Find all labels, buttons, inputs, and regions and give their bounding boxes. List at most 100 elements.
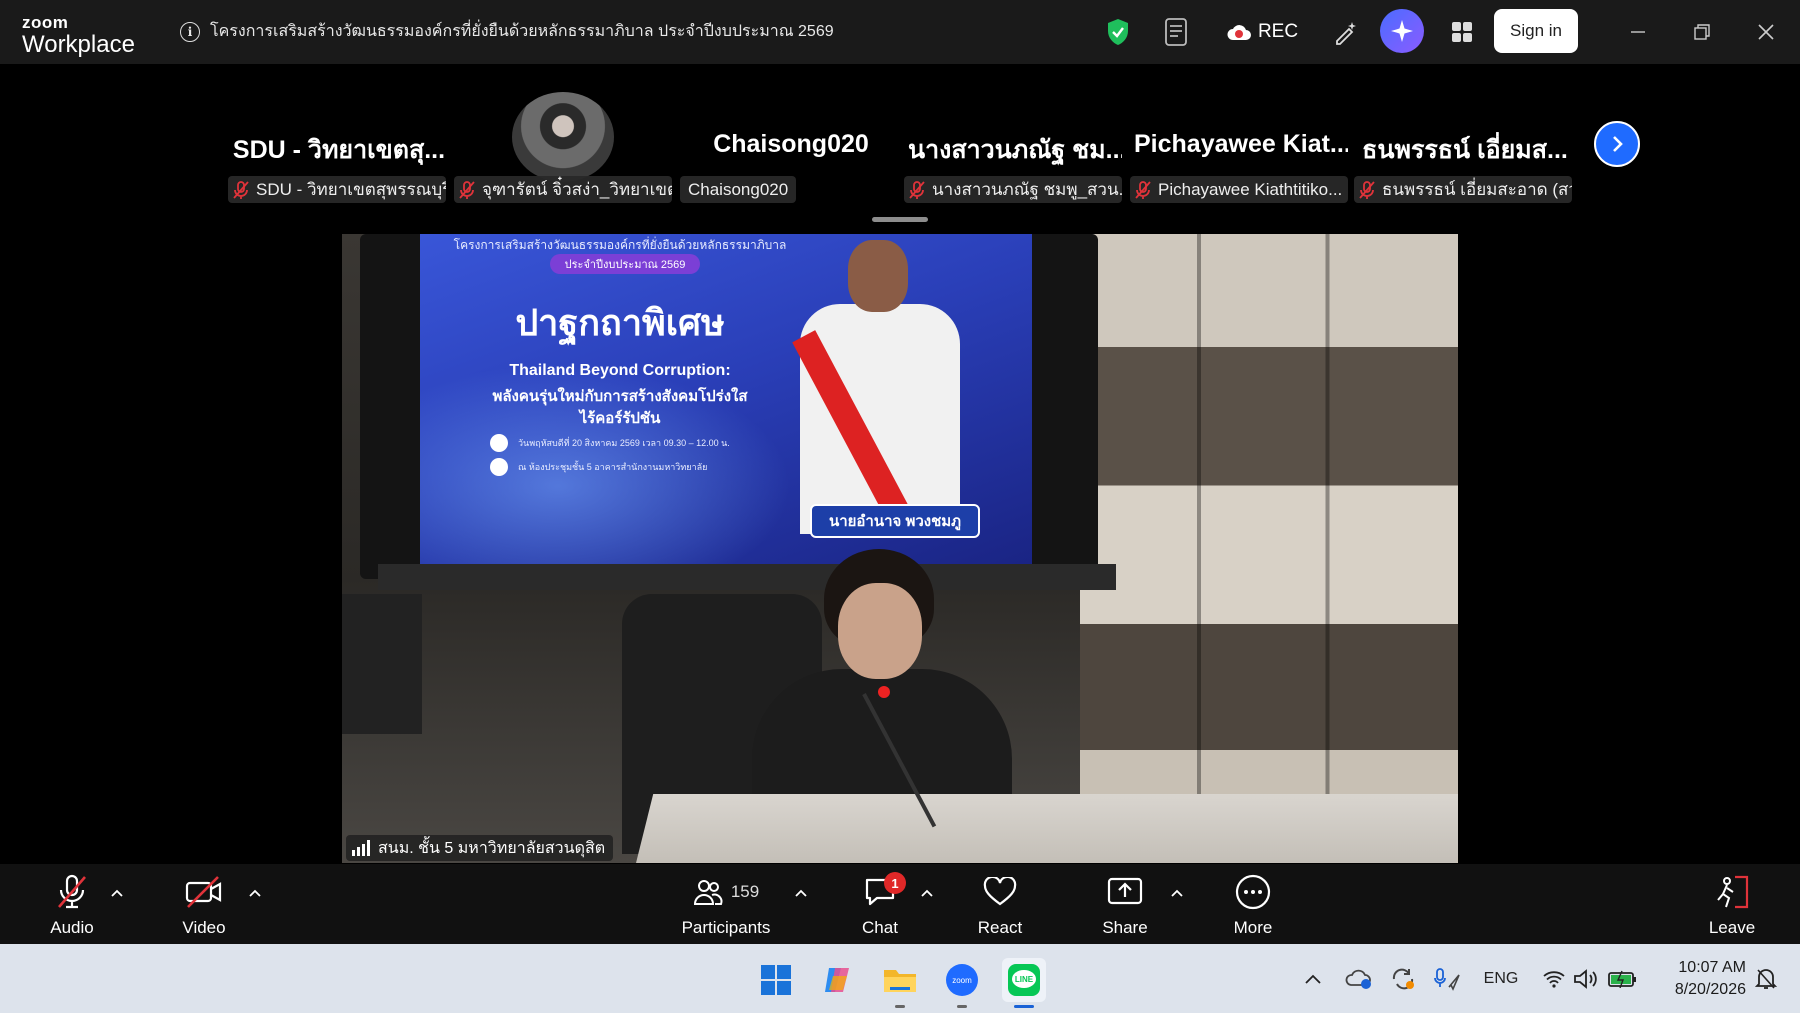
leave-label: Leave xyxy=(1708,918,1756,937)
share-button[interactable]: Share xyxy=(1079,872,1171,938)
tray-overflow-button[interactable] xyxy=(1300,966,1326,992)
chat-unread-badge: 1 xyxy=(884,872,906,894)
slide-place-row: ณ ห้องประชุมชั้น 5 อาคารสำนักงานมหาวิทยา… xyxy=(490,458,707,476)
clock-time: 10:07 AM xyxy=(1678,959,1746,976)
meeting-title: โครงการเสริมสร้างวัฒนธรรมองค์กรที่ยั่งยื… xyxy=(210,23,834,40)
tv-display: โครงการเสริมสร้างวัฒนธรรมองค์กรที่ยั่งยื… xyxy=(360,234,1116,590)
mic-location-tray-icon[interactable] xyxy=(1432,966,1462,992)
battery-icon[interactable] xyxy=(1606,966,1640,992)
restore-icon xyxy=(1694,24,1710,40)
restore-button[interactable] xyxy=(1688,18,1716,46)
table-shape xyxy=(630,794,1458,863)
video-label: Video xyxy=(182,918,226,937)
chevron-up-icon xyxy=(795,889,807,897)
start-button[interactable] xyxy=(754,958,798,1002)
cloud-record-button[interactable]: REC xyxy=(1222,14,1302,50)
meeting-toolbar: Audio Video 159 Participants Chat 1 Reac… xyxy=(0,864,1800,944)
chevron-up-icon xyxy=(249,889,261,897)
minimize-button[interactable] xyxy=(1624,18,1652,46)
close-window-button[interactable] xyxy=(1752,18,1780,46)
muted-mic-icon xyxy=(1359,180,1375,199)
audio-options-caret[interactable] xyxy=(108,884,126,902)
chevron-up-icon xyxy=(111,889,123,897)
participants-button[interactable]: 159 Participants xyxy=(676,872,776,938)
ai-companion-button[interactable] xyxy=(1380,9,1424,53)
participant-name: นางสาวนภณัฐ ชมพู_สวน... xyxy=(932,180,1122,199)
slide-subtitle-3: ไร้คอร์รัปชัน xyxy=(579,410,661,427)
line-app-icon: LINE xyxy=(1008,964,1040,996)
participant-tile[interactable]: จุฑารัตน์ จิ๋วสง่า_วิทยาเขต... xyxy=(454,94,672,214)
windows-logo-icon xyxy=(761,965,791,995)
info-icon[interactable]: i xyxy=(180,21,200,42)
sync-tray-icon[interactable] xyxy=(1388,966,1418,992)
participant-display-name: ธนพรรธน์ เอี่ยมส... xyxy=(1362,136,1568,164)
volume-icon[interactable] xyxy=(1572,966,1600,992)
participants-label: Participants xyxy=(681,918,771,937)
gallery-next-button[interactable] xyxy=(1594,121,1640,167)
calendar-icon xyxy=(490,434,508,452)
muted-mic-icon xyxy=(1135,180,1151,199)
more-button[interactable]: More xyxy=(1207,872,1299,938)
rec-label: REC xyxy=(1257,21,1299,42)
svg-text:LINE: LINE xyxy=(1015,975,1034,984)
ai-edit-icon[interactable] xyxy=(1330,14,1362,50)
copilot-taskbar-icon[interactable] xyxy=(816,958,860,1002)
speaker-name: สนม. ชั้น 5 มหาวิทยาลัยสวนดุสิต xyxy=(378,839,606,857)
chat-button[interactable]: Chat 1 xyxy=(834,872,926,938)
heart-icon xyxy=(983,877,1017,906)
laptop-shape xyxy=(342,594,422,734)
video-button[interactable]: Video xyxy=(158,872,250,938)
clock-date: 8/20/2026 xyxy=(1674,981,1746,998)
participant-name: Pichayawee Kiathtitiko... xyxy=(1158,179,1343,199)
participants-count: 159 xyxy=(730,882,760,901)
share-screen-icon xyxy=(1107,877,1143,905)
react-button[interactable]: React xyxy=(954,872,1046,938)
participant-name: จุฑารัตน์ จิ๋วสง่า_วิทยาเขต... xyxy=(482,180,672,199)
slide-place-text: ณ ห้องประชุมชั้น 5 อาคารสำนักงานมหาวิทยา… xyxy=(518,462,708,472)
wifi-icon[interactable] xyxy=(1540,966,1568,992)
chat-label: Chat xyxy=(862,918,898,937)
participant-tile[interactable]: Chaisong020 Chaisong020 xyxy=(680,94,898,214)
participant-tile[interactable]: นางสาวนภณัฐ ชม... นางสาวนภณัฐ ชมพู_สวน..… xyxy=(904,94,1122,214)
slide-date-text: วันพฤหัสบดีที่ 20 สิงหาคม 2569 เวลา 09.3… xyxy=(518,438,730,448)
more-label: More xyxy=(1233,918,1273,937)
meeting-info[interactable]: i โครงการเสริมสร้างวัฒนธรรมองค์กรที่ยั่ง… xyxy=(180,19,834,44)
chat-options-caret[interactable] xyxy=(918,884,936,902)
participant-tile[interactable]: ธนพรรธน์ เอี่ยมส... ธนพรรธน์ เอี่ยมสะอาด… xyxy=(1354,94,1572,214)
folder-icon xyxy=(884,970,916,992)
notes-icon[interactable] xyxy=(1162,14,1190,50)
leave-button[interactable]: Leave xyxy=(1686,872,1778,938)
system-clock[interactable]: 10:07 AM 8/20/2026 xyxy=(1656,957,1746,1001)
video-options-caret[interactable] xyxy=(246,884,264,902)
active-speaker-video[interactable]: โครงการเสริมสร้างวัฒนธรรมองค์กรที่ยั่งยื… xyxy=(342,234,1458,863)
participant-name: SDU - วิทยาเขตสุพรรณบุรี xyxy=(256,180,446,199)
presentation-slide: โครงการเสริมสร้างวัฒนธรรมองค์กรที่ยั่งยื… xyxy=(420,234,1032,564)
cloud-record-icon xyxy=(1227,25,1251,40)
slide-header: โครงการเสริมสร้างวัฒนธรรมองค์กรที่ยั่งยื… xyxy=(453,238,787,252)
sign-in-button[interactable]: Sign in xyxy=(1494,9,1578,53)
slide-subtitle-2: พลังคนรุ่นใหม่กับการสร้างสังคมโปร่งใส xyxy=(492,388,748,405)
title-bar: zoom Workplace i โครงการเสริมสร้างวัฒนธร… xyxy=(0,0,1800,64)
share-options-caret[interactable] xyxy=(1168,884,1186,902)
audio-button[interactable]: Audio xyxy=(26,872,118,938)
wall-panels xyxy=(1080,234,1458,863)
input-language[interactable]: ENG xyxy=(1476,966,1526,992)
notifications-icon[interactable] xyxy=(1752,966,1780,992)
participant-tile[interactable]: Pichayawee Kiat... Pichayawee Kiathtitik… xyxy=(1130,94,1348,214)
muted-mic-icon xyxy=(233,180,249,199)
slide-speaker-name: นายอำนาจ พวงชมภู xyxy=(810,504,980,538)
participant-tile[interactable]: SDU - วิทยาเขตสุ... SDU - วิทยาเขตสุพรรณ… xyxy=(228,94,446,214)
file-explorer-taskbar-icon[interactable] xyxy=(878,958,922,1008)
onedrive-tray-icon[interactable] xyxy=(1344,966,1374,992)
apps-icon[interactable] xyxy=(1446,14,1478,50)
signal-strength-icon xyxy=(352,840,370,856)
zoom-taskbar-icon[interactable]: zoom xyxy=(940,958,984,1008)
gallery-resize-handle[interactable] xyxy=(872,217,928,222)
participant-name-label: นางสาวนภณัฐ ชมพู_สวน... xyxy=(904,176,1122,203)
close-icon xyxy=(1758,24,1774,40)
encryption-shield-icon[interactable] xyxy=(1104,14,1132,50)
muted-mic-icon xyxy=(909,180,925,199)
more-icon xyxy=(1235,874,1271,910)
participants-options-caret[interactable] xyxy=(792,884,810,902)
line-taskbar-icon[interactable]: LINE xyxy=(1002,958,1046,1008)
